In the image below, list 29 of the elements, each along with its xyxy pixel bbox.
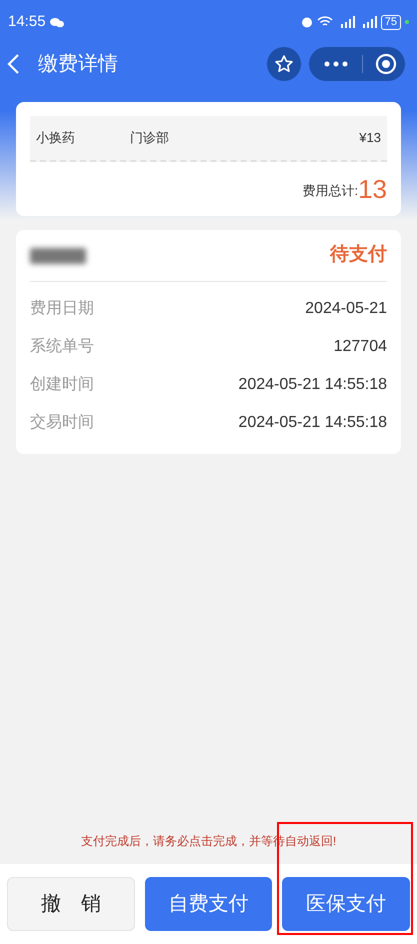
field-label: 创建时间 [30, 374, 94, 395]
total-amount: 13 [358, 174, 387, 204]
item-price: ¥13 [359, 129, 381, 148]
wifi-icon [316, 16, 333, 28]
close-icon[interactable] [375, 53, 397, 75]
status-time: 14:55 [8, 12, 46, 32]
total-label: 费用总计: [302, 182, 358, 200]
chat-icon [50, 16, 64, 28]
star-icon [274, 54, 294, 74]
back-icon[interactable] [6, 53, 20, 75]
pay-button[interactable]: 医保支付 [282, 877, 410, 931]
redacted-name [30, 248, 86, 264]
field-label: 费用日期 [30, 298, 94, 319]
field-label: 系统单号 [30, 336, 94, 357]
cancel-button[interactable]: 撤 销 [7, 877, 135, 931]
page-title: 缴费详情 [38, 52, 118, 77]
field-label: 交易时间 [30, 412, 94, 433]
field-value: 2024-05-21 14:55:18 [238, 413, 387, 433]
field-value: 2024-05-21 [305, 299, 387, 319]
field-value: 127704 [334, 337, 387, 357]
field-value: 2024-05-21 14:55:18 [238, 375, 387, 395]
department: 门诊部 [130, 129, 169, 148]
favorite-button[interactable] [267, 47, 301, 81]
item-name: 小换药 [36, 129, 76, 148]
more-icon[interactable] [324, 61, 348, 67]
battery-level: 75 [380, 14, 401, 30]
alarm-icon [300, 16, 313, 28]
order-status: 待支付 [330, 243, 387, 268]
pay-button[interactable]: 自费支付 [144, 877, 272, 931]
